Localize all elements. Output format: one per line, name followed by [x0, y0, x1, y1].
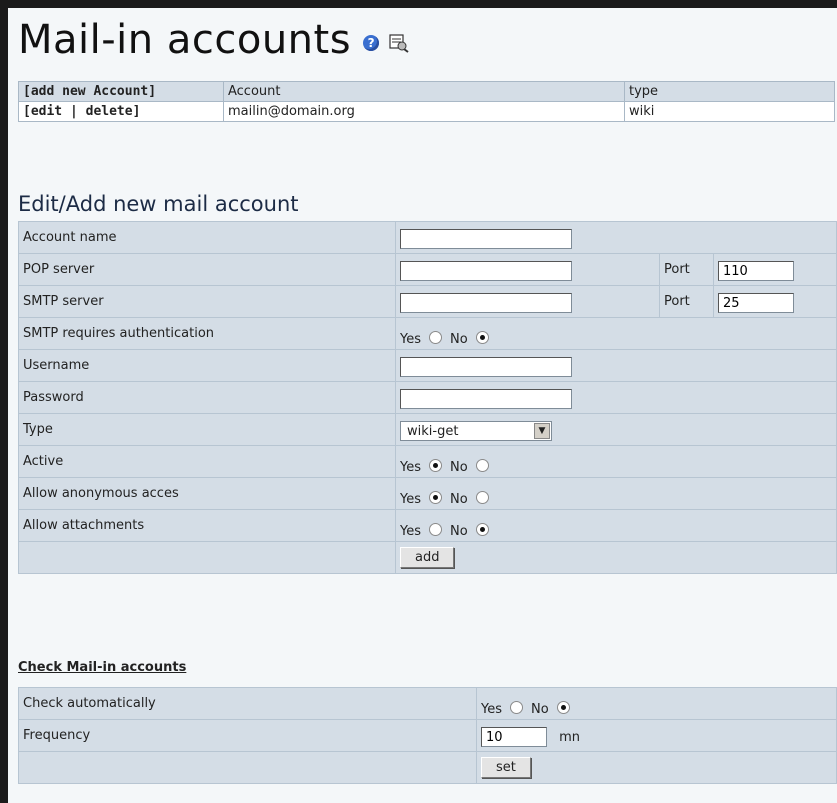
- frequency-label: Frequency: [18, 719, 477, 752]
- active-label: Active: [18, 445, 396, 478]
- row-type: Type wiki-get ▼: [18, 413, 837, 446]
- frequency-input[interactable]: [481, 727, 547, 747]
- add-account-link[interactable]: [add new Account]: [23, 84, 156, 99]
- check-auto-yes-radio[interactable]: [510, 700, 523, 714]
- check-auto-radio-group: Yes No: [481, 691, 578, 717]
- type-cell: wiki: [624, 101, 835, 122]
- yes-label: Yes: [481, 701, 502, 717]
- form-title: Edit/Add new mail account: [18, 192, 299, 216]
- row-frequency: Frequency mn: [18, 719, 837, 752]
- pop-port-input[interactable]: [718, 261, 794, 281]
- table-row: [edit | delete] mailin@domain.org wiki: [18, 101, 835, 122]
- attachments-label: Allow attachments: [18, 509, 396, 542]
- smtp-server-input[interactable]: [400, 293, 572, 313]
- set-button[interactable]: set: [481, 757, 531, 778]
- pop-port-label: Port: [659, 253, 714, 286]
- smtp-auth-no-radio[interactable]: [475, 330, 489, 344]
- accounts-table: [add new Account] Account type [edit | d…: [18, 81, 835, 122]
- attachments-no-radio[interactable]: [475, 522, 489, 536]
- edit-account-form: Account name POP server Port SMTP server…: [18, 221, 837, 574]
- password-input[interactable]: [400, 389, 572, 409]
- row-attachments: Allow attachments Yes No: [18, 509, 837, 542]
- active-radio-group: Yes No: [400, 449, 497, 475]
- check-accounts-link[interactable]: Check Mail-in accounts: [18, 660, 186, 675]
- row-set: set: [18, 751, 837, 784]
- no-label: No: [450, 459, 468, 475]
- no-label: No: [450, 491, 468, 507]
- row-password: Password: [18, 381, 837, 414]
- help-icon[interactable]: ?: [363, 35, 380, 51]
- accounts-table-header: [add new Account] Account type: [18, 81, 835, 102]
- row-account-name: Account name: [18, 221, 837, 254]
- attachments-radio-group: Yes No: [400, 513, 497, 539]
- yes-label: Yes: [400, 523, 421, 539]
- smtp-auth-radio-group: Yes No: [400, 321, 497, 347]
- no-label: No: [450, 523, 468, 539]
- yes-label: Yes: [400, 491, 421, 507]
- row-username: Username: [18, 349, 837, 382]
- no-label: No: [531, 701, 549, 717]
- yes-label: Yes: [400, 459, 421, 475]
- check-auto-label: Check automatically: [18, 687, 477, 720]
- pop-server-input[interactable]: [400, 261, 572, 281]
- smtp-server-label: SMTP server: [18, 285, 396, 318]
- row-anonymous: Allow anonymous acces Yes No: [18, 477, 837, 510]
- row-pop-server: POP server Port: [18, 253, 837, 286]
- anonymous-label: Allow anonymous acces: [18, 477, 396, 510]
- smtp-port-label: Port: [659, 285, 714, 318]
- row-submit: add: [18, 541, 837, 574]
- chevron-down-icon[interactable]: ▼: [534, 423, 550, 439]
- type-select[interactable]: wiki-get ▼: [400, 421, 552, 441]
- smtp-auth-yes-radio[interactable]: [429, 330, 442, 344]
- col-type-header: type: [624, 81, 835, 102]
- main-panel: Mail-in accounts ? [add new Account] Acc…: [8, 8, 837, 803]
- type-label: Type: [18, 413, 396, 446]
- account-name-input[interactable]: [400, 229, 572, 249]
- edit-delete-links[interactable]: [edit | delete]: [23, 104, 140, 119]
- username-label: Username: [18, 349, 396, 382]
- check-settings-form: Check automatically Yes No Frequency mn …: [18, 687, 837, 784]
- anonymous-yes-radio[interactable]: [429, 490, 442, 504]
- col-account-header: Account: [223, 81, 625, 102]
- type-select-value: wiki-get: [407, 423, 459, 439]
- row-smtp-server: SMTP server Port: [18, 285, 837, 318]
- anonymous-radio-group: Yes No: [400, 481, 497, 507]
- add-button[interactable]: add: [400, 547, 455, 568]
- frequency-unit: mn: [559, 729, 581, 745]
- smtp-auth-label: SMTP requires authentication: [18, 317, 396, 350]
- password-label: Password: [18, 381, 396, 414]
- no-label: No: [450, 331, 468, 347]
- row-active: Active Yes No: [18, 445, 837, 478]
- active-no-radio[interactable]: [475, 458, 489, 472]
- username-input[interactable]: [400, 357, 572, 377]
- row-smtp-auth: SMTP requires authentication Yes No: [18, 317, 837, 350]
- active-yes-radio[interactable]: [429, 458, 442, 472]
- yes-label: Yes: [400, 331, 421, 347]
- config-icon[interactable]: [387, 31, 409, 53]
- attachments-yes-radio[interactable]: [429, 522, 442, 536]
- smtp-port-input[interactable]: [718, 293, 794, 313]
- row-check-auto: Check automatically Yes No: [18, 687, 837, 720]
- anonymous-no-radio[interactable]: [475, 490, 489, 504]
- account-name-label: Account name: [18, 221, 396, 254]
- pop-server-label: POP server: [18, 253, 396, 286]
- page-title: Mail-in accounts: [18, 17, 352, 63]
- account-cell: mailin@domain.org: [223, 101, 625, 122]
- check-auto-no-radio[interactable]: [556, 700, 570, 714]
- title-row: Mail-in accounts ?: [18, 14, 409, 66]
